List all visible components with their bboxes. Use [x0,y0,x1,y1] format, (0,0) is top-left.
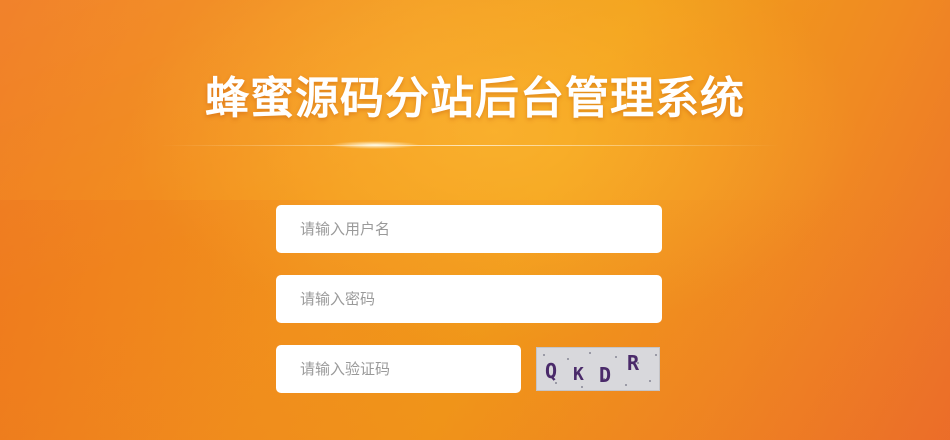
captcha-glyph-3: D [599,363,611,387]
captcha-image[interactable]: Q K D R [536,347,660,391]
page-title: 蜂蜜源码分站后台管理系统 [205,73,745,124]
captcha-glyph-2: K [573,364,584,385]
captcha-input[interactable] [276,345,521,393]
title-divider [160,145,780,146]
password-input[interactable] [276,275,662,323]
username-input[interactable] [276,205,662,253]
title-divider-glow [330,141,420,149]
captcha-glyph-1: Q [545,359,557,383]
captcha-glyph-4: R [627,351,640,375]
